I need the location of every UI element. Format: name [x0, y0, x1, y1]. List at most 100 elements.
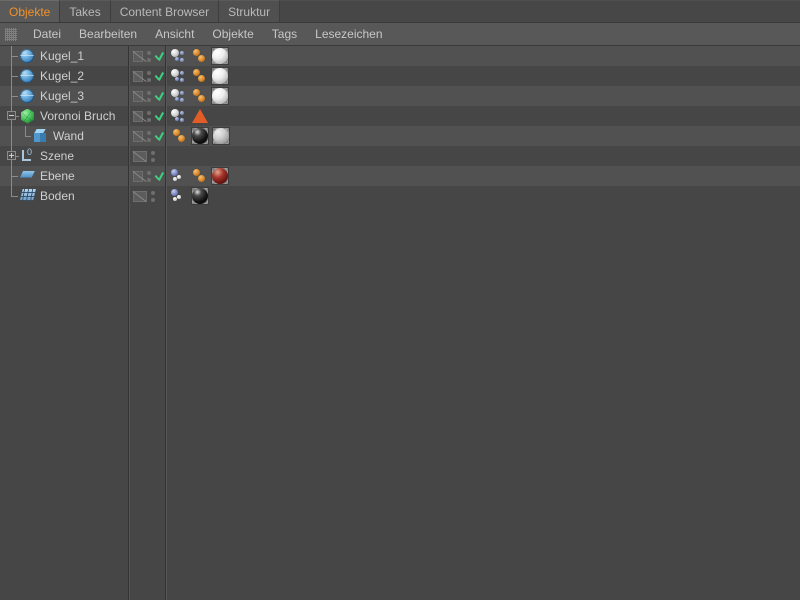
- visibility-dots[interactable]: [151, 190, 155, 202]
- menu-item-bearbeiten[interactable]: Bearbeiten: [70, 28, 146, 40]
- table-row[interactable]: Kugel_2: [0, 66, 800, 86]
- collapse-expander-icon[interactable]: [7, 111, 16, 120]
- object-tags-cell[interactable]: [165, 126, 800, 146]
- object-name-cell[interactable]: Kugel_3: [0, 86, 128, 106]
- object-name-cell[interactable]: Kugel_1: [0, 46, 128, 66]
- table-row[interactable]: Kugel_3: [0, 86, 800, 106]
- layer-swatch[interactable]: [133, 150, 147, 162]
- collider-body-tag[interactable]: [171, 168, 188, 185]
- tab-objekte[interactable]: Objekte: [0, 0, 61, 22]
- grip-handle-icon[interactable]: [5, 27, 17, 41]
- object-tags-cell[interactable]: [165, 146, 800, 166]
- visibility-dots[interactable]: [151, 150, 155, 162]
- menu-item-tags[interactable]: Tags: [263, 28, 306, 40]
- object-status-cell[interactable]: [128, 86, 165, 106]
- object-name-cell[interactable]: Voronoi Bruch: [0, 106, 128, 126]
- object-name-cell[interactable]: Kugel_2: [0, 66, 128, 86]
- tab-struktur-label: Struktur: [228, 4, 271, 19]
- object-status-cell[interactable]: [128, 166, 165, 186]
- menu-item-lesezeichen[interactable]: Lesezeichen: [306, 28, 391, 40]
- object-status-cell[interactable]: [128, 146, 165, 166]
- dynamics-body-tag[interactable]: [191, 88, 208, 105]
- object-tags-cell[interactable]: [165, 106, 800, 126]
- dynamics-body-tag[interactable]: [171, 128, 188, 145]
- null-object-icon[interactable]: 0: [20, 147, 35, 164]
- table-row[interactable]: Boden: [0, 186, 800, 206]
- phong-tag[interactable]: [171, 108, 188, 125]
- expand-expander-icon[interactable]: [7, 151, 16, 160]
- dynamics-body-tag[interactable]: [191, 168, 208, 185]
- menu-item-datei[interactable]: Datei: [24, 28, 70, 40]
- table-row[interactable]: 0 Szene: [0, 146, 800, 166]
- collider-body-tag[interactable]: [171, 188, 188, 205]
- layer-swatch[interactable]: [133, 110, 143, 122]
- object-name-cell[interactable]: 0 Szene: [0, 146, 128, 166]
- dynamics-body-tag[interactable]: [191, 48, 208, 65]
- material-white-tag[interactable]: [211, 47, 229, 65]
- triangle-tag[interactable]: [192, 109, 208, 123]
- enabled-check-icon[interactable]: [155, 51, 165, 61]
- visibility-dots[interactable]: [147, 170, 151, 182]
- material-white-tag[interactable]: [211, 87, 229, 105]
- plane-object-icon[interactable]: [20, 169, 35, 184]
- material-white-tag[interactable]: [211, 67, 229, 85]
- dynamics-body-tag[interactable]: [191, 68, 208, 85]
- phong-tag[interactable]: [171, 68, 188, 85]
- visibility-dots[interactable]: [147, 110, 151, 122]
- sphere-object-icon[interactable]: [20, 88, 35, 104]
- object-name-cell[interactable]: Ebene: [0, 166, 128, 186]
- enabled-check-icon[interactable]: [155, 91, 165, 101]
- visibility-dots[interactable]: [147, 50, 151, 62]
- layer-swatch[interactable]: [133, 190, 147, 202]
- object-tags-cell[interactable]: [165, 66, 800, 86]
- sphere-object-icon[interactable]: [20, 68, 35, 84]
- floor-object-icon[interactable]: [20, 188, 36, 204]
- material-grey-tag[interactable]: [212, 127, 230, 145]
- material-red-tag[interactable]: [211, 167, 229, 185]
- layer-swatch[interactable]: [133, 90, 143, 102]
- object-name-cell[interactable]: Wand: [0, 126, 128, 146]
- object-tags-cell[interactable]: [165, 86, 800, 106]
- object-tags-cell[interactable]: [165, 46, 800, 66]
- layer-swatch[interactable]: [133, 70, 143, 82]
- enabled-check-icon[interactable]: [155, 111, 165, 121]
- table-row[interactable]: Kugel_1: [0, 46, 800, 66]
- material-black-tag[interactable]: [191, 187, 209, 205]
- enabled-check-icon[interactable]: [155, 131, 165, 141]
- menu-item-objekte[interactable]: Objekte: [203, 28, 262, 40]
- object-status-cell[interactable]: [128, 186, 165, 206]
- tab-bar: Objekte Takes Content Browser Struktur: [0, 0, 800, 23]
- column-divider-layer-highlight: [129, 46, 130, 600]
- material-black-tag[interactable]: [191, 127, 209, 145]
- visibility-dots[interactable]: [147, 90, 151, 102]
- object-status-cell[interactable]: [128, 66, 165, 86]
- enabled-check-icon[interactable]: [155, 171, 165, 181]
- table-row[interactable]: Wand: [0, 126, 800, 146]
- object-status-cell[interactable]: [128, 46, 165, 66]
- tab-content-browser[interactable]: Content Browser: [110, 0, 220, 22]
- voronoi-fracture-icon[interactable]: [20, 108, 35, 124]
- tab-bar-filler: [280, 0, 800, 22]
- tab-objekte-label: Objekte: [9, 4, 51, 19]
- object-name-cell[interactable]: Boden: [0, 186, 128, 206]
- layer-swatch[interactable]: [133, 50, 143, 62]
- cube-object-icon[interactable]: [33, 128, 48, 144]
- object-tags-cell[interactable]: [165, 166, 800, 186]
- tab-takes[interactable]: Takes: [60, 0, 111, 22]
- visibility-dots[interactable]: [147, 130, 151, 142]
- layer-swatch[interactable]: [133, 170, 143, 182]
- tab-struktur[interactable]: Struktur: [219, 0, 281, 22]
- visibility-dots[interactable]: [147, 70, 151, 82]
- phong-tag[interactable]: [171, 88, 188, 105]
- menu-item-ansicht[interactable]: Ansicht: [146, 28, 203, 40]
- object-status-cell[interactable]: [128, 106, 165, 126]
- table-row[interactable]: Voronoi Bruch: [0, 106, 800, 126]
- sphere-object-icon[interactable]: [20, 48, 35, 64]
- layer-swatch[interactable]: [133, 130, 143, 142]
- object-tags-cell[interactable]: [165, 186, 800, 206]
- enabled-check-icon[interactable]: [155, 71, 165, 81]
- object-status-cell[interactable]: [128, 126, 165, 146]
- phong-tag[interactable]: [171, 48, 188, 65]
- object-tree[interactable]: Kugel_1 Kugel_2 Kugel_3 Voronoi Bruch Wa…: [0, 46, 800, 600]
- table-row[interactable]: Ebene: [0, 166, 800, 186]
